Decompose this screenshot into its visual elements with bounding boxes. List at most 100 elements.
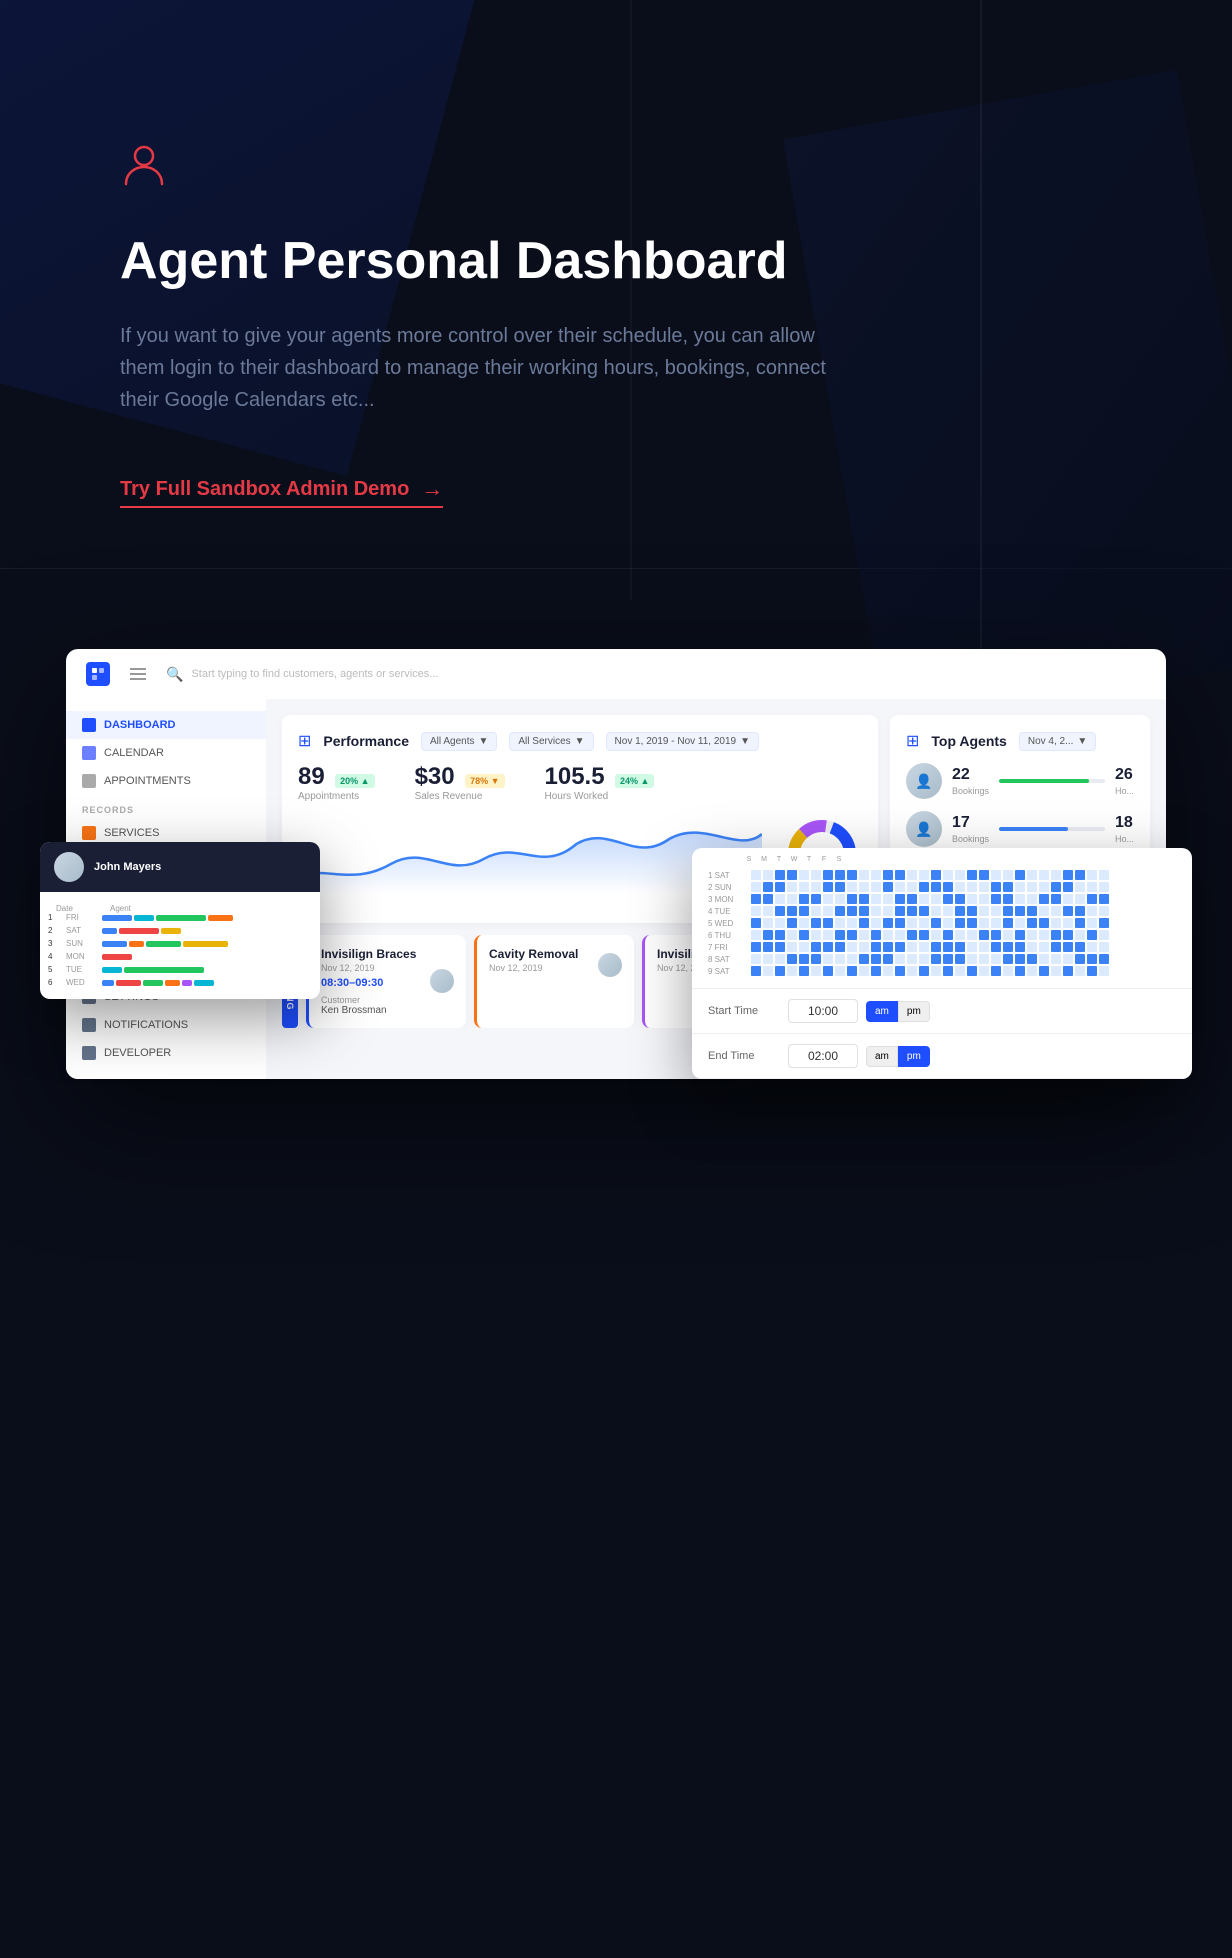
avail-cell bbox=[787, 906, 797, 916]
appointment-card-1[interactable]: Invisilign Braces Nov 12, 2019 08:30–09:… bbox=[306, 935, 466, 1028]
user-icon bbox=[120, 140, 900, 193]
avail-cell bbox=[919, 894, 929, 904]
hero-section: Agent Personal Dashboard If you want to … bbox=[0, 0, 900, 568]
avail-cell bbox=[859, 942, 869, 952]
revenue-label: Sales Revenue bbox=[415, 791, 505, 802]
schedule-col-headers: Date Agent bbox=[48, 900, 312, 913]
sidebar-item-appointments[interactable]: APPOINTMENTS bbox=[66, 767, 266, 795]
avail-cell bbox=[811, 882, 821, 892]
stat-revenue: $30 78% ▼ Sales Revenue bbox=[415, 763, 505, 802]
schedule-row-2: 2 SAT bbox=[48, 926, 312, 935]
avail-cell bbox=[955, 882, 965, 892]
avail-cell bbox=[931, 894, 941, 904]
appt-title-1: Invisilign Braces bbox=[321, 947, 454, 961]
avail-cell bbox=[1099, 882, 1109, 892]
agent-stats-1: 22 Bookings bbox=[952, 766, 989, 796]
sidebar-calendar-label: CALENDAR bbox=[104, 747, 164, 759]
avail-cell bbox=[883, 870, 893, 880]
avail-cell bbox=[895, 906, 905, 916]
services-icon bbox=[82, 826, 96, 840]
avail-cell bbox=[967, 906, 977, 916]
avail-cell bbox=[1015, 930, 1025, 940]
sandbox-demo-link[interactable]: Try Full Sandbox Admin Demo → bbox=[120, 476, 443, 508]
bar-col-header: Agent bbox=[110, 904, 131, 913]
bar bbox=[102, 941, 127, 947]
row-num-5: 5 bbox=[48, 965, 60, 974]
filter-date[interactable]: Nov 1, 2019 - Nov 11, 2019 ▼ bbox=[606, 732, 759, 751]
filter-services[interactable]: All Services ▼ bbox=[509, 732, 593, 751]
avail-cell bbox=[823, 966, 833, 976]
appointment-card-2[interactable]: Cavity Removal Nov 12, 2019 bbox=[474, 935, 634, 1028]
row-day-2: SAT bbox=[66, 926, 96, 935]
avail-cell bbox=[859, 930, 869, 940]
avail-cell bbox=[979, 906, 989, 916]
avail-cell bbox=[847, 894, 857, 904]
app-logo bbox=[86, 662, 110, 686]
hamburger-menu[interactable] bbox=[130, 668, 146, 680]
avail-cell bbox=[883, 966, 893, 976]
avail-cell bbox=[1039, 894, 1049, 904]
agent-hours-1: 26 Ho... bbox=[1115, 766, 1134, 796]
avail-cell bbox=[775, 906, 785, 916]
bar bbox=[124, 967, 204, 973]
avail-cell bbox=[1063, 930, 1073, 940]
avail-cell bbox=[883, 882, 893, 892]
avail-cell bbox=[943, 966, 953, 976]
avail-cell bbox=[799, 894, 809, 904]
start-time-input[interactable] bbox=[788, 999, 858, 1023]
avail-cell bbox=[1027, 918, 1037, 928]
avail-cell bbox=[1075, 966, 1085, 976]
avail-cell bbox=[1003, 942, 1013, 952]
agent-avatar-1: 👤 bbox=[906, 763, 942, 799]
schedule-row-6: 6 WED bbox=[48, 978, 312, 987]
sidebar-item-calendar[interactable]: CALENDAR bbox=[66, 739, 266, 767]
sidebar-dev-label: DEVELOPER bbox=[104, 1047, 171, 1059]
avail-cell bbox=[763, 894, 773, 904]
avail-cell bbox=[775, 894, 785, 904]
avail-cell bbox=[931, 882, 941, 892]
demo-link-text: Try Full Sandbox Admin Demo bbox=[120, 478, 409, 501]
avail-cell bbox=[919, 954, 929, 964]
bar bbox=[102, 967, 122, 973]
avail-cell bbox=[991, 894, 1001, 904]
top-agents-filter[interactable]: Nov 4, 2... ▼ bbox=[1019, 732, 1096, 751]
row-num-4: 4 bbox=[48, 952, 60, 961]
agent-bookings-1: 22 bbox=[952, 766, 989, 784]
start-pm-button[interactable]: pm bbox=[898, 1001, 930, 1022]
end-am-button[interactable]: am bbox=[866, 1046, 898, 1067]
avail-cell bbox=[1027, 906, 1037, 916]
performance-header: ⊞ Performance All Agents ▼ All Services … bbox=[298, 731, 862, 751]
avail-cell bbox=[991, 930, 1001, 940]
top-agents-header: ⊞ Top Agents Nov 4, 2... ▼ bbox=[906, 731, 1134, 751]
start-am-button[interactable]: am bbox=[866, 1001, 898, 1022]
avail-cell bbox=[763, 966, 773, 976]
availability-grid: // Will render availability grid dynamic… bbox=[692, 848, 1192, 988]
filter-agents[interactable]: All Agents ▼ bbox=[421, 732, 497, 751]
avail-cell bbox=[835, 954, 845, 964]
avail-cell bbox=[1051, 966, 1061, 976]
avail-cell bbox=[955, 894, 965, 904]
sidebar-services-label: SERVICES bbox=[104, 827, 159, 839]
sidebar-item-developer[interactable]: DEVELOPER bbox=[66, 1039, 266, 1067]
row-day-6: WED bbox=[66, 978, 96, 987]
end-time-input[interactable] bbox=[788, 1044, 858, 1068]
bar bbox=[102, 915, 132, 921]
sidebar-item-dashboard[interactable]: DASHBOARD bbox=[66, 711, 266, 739]
start-time-label: Start Time bbox=[708, 1005, 788, 1017]
avail-cell bbox=[967, 894, 977, 904]
avail-cell bbox=[835, 894, 845, 904]
avail-cell bbox=[811, 954, 821, 964]
avail-cell bbox=[883, 894, 893, 904]
bar bbox=[161, 928, 181, 934]
avail-cell bbox=[751, 894, 761, 904]
avail-cell bbox=[1099, 966, 1109, 976]
sidebar-item-notifications[interactable]: NOTIFICATIONS bbox=[66, 1011, 266, 1039]
end-pm-button[interactable]: pm bbox=[898, 1046, 930, 1067]
avail-cell bbox=[943, 930, 953, 940]
avail-cell bbox=[835, 918, 845, 928]
performance-icon: ⊞ bbox=[298, 731, 311, 751]
avail-cell bbox=[859, 906, 869, 916]
bar bbox=[182, 980, 192, 986]
avail-cell bbox=[835, 870, 845, 880]
appointments-value: 89 bbox=[298, 763, 325, 790]
